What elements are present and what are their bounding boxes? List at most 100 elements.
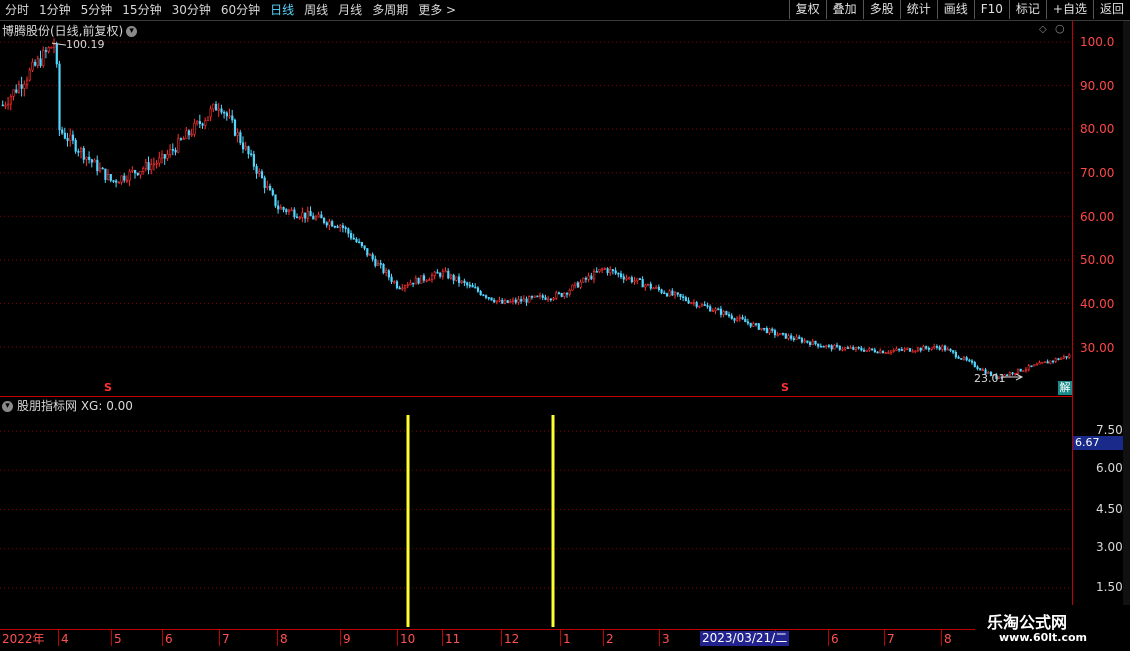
tab-30min[interactable]: 30分钟 (167, 0, 216, 20)
candle-body (741, 317, 744, 320)
candle-body (449, 274, 453, 279)
date-tick (111, 630, 112, 646)
tab-more[interactable]: 更多 > (413, 0, 461, 20)
candle-body (682, 296, 685, 298)
candle-body (231, 115, 234, 121)
fuquan-button[interactable]: 复权 (788, 0, 826, 19)
back-button[interactable]: 返回 (1092, 0, 1130, 19)
tab-weekly[interactable]: 周线 (299, 0, 333, 20)
candle-body (930, 347, 933, 350)
candle-body (501, 299, 504, 304)
draw-line-button[interactable]: 画线 (936, 0, 974, 19)
tab-5min[interactable]: 5分钟 (76, 0, 118, 20)
candle-body (258, 171, 261, 174)
f10-button[interactable]: F10 (973, 0, 1009, 19)
s-marker[interactable]: S (104, 381, 112, 394)
candle-body (282, 207, 285, 210)
tab-1min[interactable]: 1分钟 (34, 0, 76, 20)
candle-body (825, 345, 828, 347)
candle-body (436, 271, 439, 274)
multi-stock-button[interactable]: 多股 (862, 0, 900, 19)
tab-multi-period[interactable]: 多周期 (367, 0, 413, 20)
date-tick (397, 630, 398, 646)
indicator-chart[interactable] (0, 397, 1130, 629)
date-tick (340, 630, 341, 646)
candle-body (881, 350, 885, 354)
candle-body (887, 352, 890, 354)
tab-daily[interactable]: 日线 (265, 0, 299, 20)
candle-body (630, 277, 633, 283)
date-label: 1 (563, 632, 571, 646)
candle-body (104, 168, 107, 180)
candle-body (193, 122, 196, 135)
candle-body (1033, 364, 1036, 367)
statistics-button[interactable]: 统计 (899, 0, 937, 19)
unlock-badge[interactable]: 解 (1058, 381, 1072, 395)
candle-body (1030, 365, 1033, 368)
circle-icon[interactable]: ○ (1055, 23, 1065, 35)
candle-body (368, 254, 372, 256)
candle-body (806, 340, 809, 343)
candle-body (201, 123, 204, 126)
candle-body (706, 305, 709, 307)
high-price-label: 100.19 (66, 38, 105, 51)
candle-body (673, 292, 677, 296)
candle-body (649, 283, 652, 289)
chevron-down-icon[interactable]: ▾ (2, 401, 13, 412)
candle-body (39, 58, 42, 66)
s-marker[interactable]: S (781, 381, 789, 394)
chevron-down-icon[interactable]: ▾ (126, 26, 138, 37)
candle-body (161, 154, 164, 159)
overlay-button[interactable]: 叠加 (825, 0, 863, 19)
candle-body (779, 333, 782, 336)
candle-body (336, 226, 339, 228)
candle-body (1057, 358, 1060, 361)
candle-body (914, 350, 917, 353)
candle-body (474, 286, 477, 289)
candle-body (811, 340, 814, 346)
candle-body (1016, 368, 1020, 374)
candle-body (981, 369, 984, 372)
stock-title[interactable]: 博腾股份(日线,前复权) ▾ (2, 23, 138, 39)
candle-body (174, 149, 177, 153)
tab-fenshi[interactable]: 分时 (0, 0, 34, 20)
candle-body (595, 271, 598, 273)
candle-body (827, 345, 831, 347)
candle-body (242, 142, 245, 150)
candle-body (142, 168, 145, 172)
cursor-date: 2023/03/21/二 (700, 631, 790, 646)
candle-body (633, 280, 636, 283)
candle-body (320, 214, 323, 219)
candle-body (333, 225, 337, 228)
diamond-icon[interactable]: ◇ (1039, 25, 1049, 35)
mark-button[interactable]: 标记 (1008, 0, 1046, 19)
candle-body (1054, 358, 1057, 362)
candle-body (47, 47, 50, 52)
candle-body (74, 139, 77, 152)
candle-body (676, 292, 679, 295)
candle-body (565, 292, 569, 295)
kline-chart[interactable] (0, 21, 1130, 396)
add-watchlist-button[interactable]: +自选 (1045, 0, 1093, 19)
tab-monthly[interactable]: 月线 (333, 0, 367, 20)
candle-body (860, 347, 863, 351)
candle-body (387, 270, 391, 278)
candle-body (822, 345, 825, 348)
candle-body (849, 347, 852, 349)
candle-body (657, 286, 660, 291)
candle-body (895, 348, 898, 351)
candle-body (171, 149, 175, 151)
candle-body (609, 269, 612, 273)
candle-body (123, 175, 126, 181)
candle-body (960, 358, 963, 360)
candle-body (900, 349, 903, 351)
candle-body (374, 258, 377, 266)
tab-60min[interactable]: 60分钟 (216, 0, 265, 20)
indicator-title[interactable]: ▾ 股朋指标网 XG: 0.00 (2, 398, 133, 414)
candle-body (250, 153, 253, 156)
candle-body (776, 334, 779, 337)
candle-body (88, 156, 91, 160)
candle-body (522, 298, 525, 302)
tab-15min[interactable]: 15分钟 (117, 0, 166, 20)
candle-body (579, 281, 582, 288)
